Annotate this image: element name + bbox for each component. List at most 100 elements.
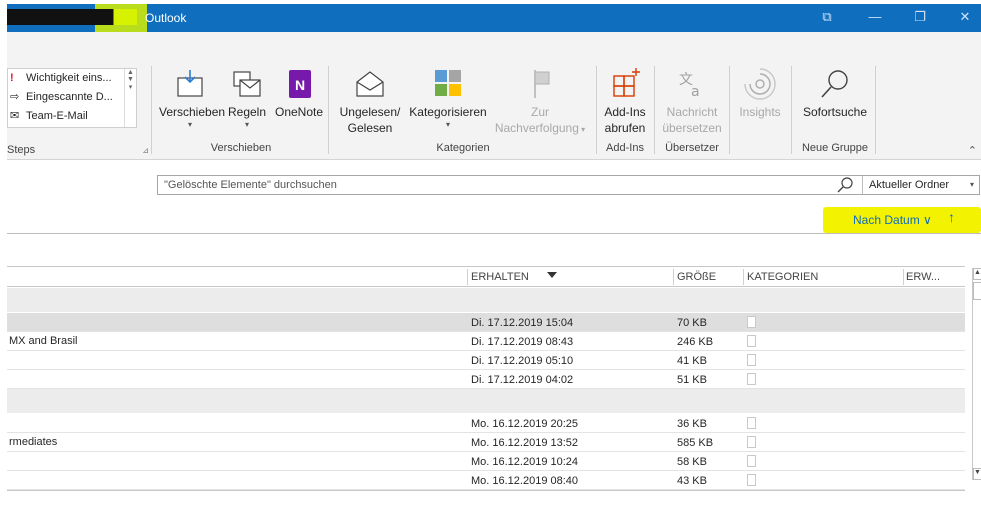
group-label-new: Neue Gruppe — [801, 142, 869, 154]
row-date: Di. 17.12.2019 05:10 — [471, 355, 574, 367]
addins-store-icon — [613, 68, 640, 97]
rules-button[interactable]: Regeln ▾ — [225, 68, 269, 130]
category-box[interactable] — [747, 474, 756, 486]
table-row[interactable]: Di. 17.12.2019 04:02 51 KB — [7, 370, 965, 389]
category-box[interactable] — [747, 417, 756, 429]
ribbon-display-options-icon[interactable]: ⧉ — [817, 8, 837, 26]
quicksteps-scroll[interactable]: ▲ ▼ ▾ — [124, 69, 136, 127]
sort-direction-icon[interactable]: ↑ — [948, 209, 955, 225]
get-addins-button[interactable]: Add-Ins abrufen — [598, 68, 652, 136]
unread-label-1: Ungelesen/ — [339, 105, 401, 119]
quickstep-scanned[interactable]: ⇨ Eingescannte D... — [8, 88, 136, 107]
insights-group: Insights — [733, 32, 789, 158]
row-date: Mo. 16.12.2019 10:24 — [471, 456, 579, 468]
unread-read-button[interactable]: Ungelesen/ Gelesen — [336, 68, 404, 136]
group-header[interactable] — [7, 389, 965, 413]
move-icon — [177, 70, 203, 97]
flag-icon — [534, 70, 550, 98]
table-row[interactable]: Mo. 16.12.2019 08:40 43 KB — [7, 471, 965, 490]
table-row[interactable]: MX and Brasil Di. 17.12.2019 08:43 246 K… — [7, 332, 965, 351]
close-button[interactable]: ✕ — [955, 8, 975, 26]
row-date: Mo. 16.12.2019 20:25 — [471, 418, 579, 430]
group-label-move: Verschieben — [210, 142, 272, 154]
column-divider — [743, 269, 744, 285]
rules-icon — [233, 71, 261, 97]
sort-bar: Nach Datum ∨ ↑ — [7, 205, 981, 234]
row-size: 51 KB — [677, 374, 707, 386]
addins-label-2: abrufen — [604, 121, 646, 135]
move-button[interactable]: Verschieben ▾ — [159, 68, 225, 130]
insights-label: Insights — [739, 105, 781, 119]
category-box[interactable] — [747, 436, 756, 448]
sort-by-date-dropdown[interactable]: Nach Datum ∨ — [853, 213, 932, 227]
insights-button[interactable]: Insights — [733, 68, 787, 120]
insights-icon — [744, 68, 776, 100]
new-group: Sofortsuche Neue Gruppe — [795, 32, 875, 158]
search-icon[interactable] — [836, 177, 854, 193]
category-box[interactable] — [747, 335, 756, 347]
scroll-up-icon[interactable]: ▲ — [973, 268, 981, 280]
scroll-thumb[interactable] — [973, 282, 981, 300]
row-date: Mo. 16.12.2019 08:40 — [471, 475, 579, 487]
minimize-button[interactable]: — — [865, 8, 885, 26]
instant-search-label: Sofortsuche — [802, 105, 868, 119]
search-box[interactable]: "Gelöschte Elemente" durchsuchen Aktuell… — [157, 175, 980, 195]
search-scope-dropdown[interactable]: Aktueller Ordner ▾ — [862, 176, 979, 194]
search-input[interactable]: "Gelöschte Elemente" durchsuchen — [164, 179, 337, 191]
restore-button[interactable]: ❐ — [910, 8, 930, 26]
app-title: Outlook — [145, 11, 187, 25]
categorize-button[interactable]: Kategorisieren ▾ — [408, 68, 488, 130]
group-header[interactable] — [7, 288, 965, 312]
chevron-down-icon: ▾ — [969, 180, 974, 189]
sort-descending-icon — [547, 272, 557, 278]
message-list-header: ERHALTEN GRÖßE KATEGORIEN ERW... — [7, 267, 965, 287]
svg-text:N: N — [295, 77, 305, 93]
followup-label-2: Nachverfolgung — [494, 121, 579, 135]
translator-group: 文 a Nachricht übersetzen Übersetzer — [658, 32, 726, 158]
unread-label-2: Gelesen — [347, 121, 393, 135]
column-size[interactable]: GRÖßE — [677, 271, 716, 283]
categorize-label: Kategorisieren — [409, 105, 487, 119]
translate-icon: 文 a — [679, 72, 700, 100]
category-box[interactable] — [747, 455, 756, 467]
group-separator — [151, 66, 152, 154]
dialog-launcher-icon[interactable]: ⊿ — [142, 146, 149, 155]
column-categories[interactable]: KATEGORIEN — [747, 271, 818, 283]
svg-text:a: a — [691, 84, 700, 100]
row-size: 246 KB — [677, 336, 714, 348]
quickstep-label: Eingescannte D... — [26, 91, 113, 103]
chevron-down-icon: ▾ — [244, 120, 249, 129]
quickstep-team-email[interactable]: ✉ Team-E-Mail — [8, 107, 136, 126]
follow-up-button[interactable]: Zur Nachverfolgung ▾ — [490, 68, 590, 138]
category-box[interactable] — [747, 373, 756, 385]
category-box[interactable] — [747, 354, 756, 366]
collapse-ribbon-icon[interactable]: ⌃ — [968, 144, 977, 157]
column-divider — [467, 269, 468, 285]
table-row[interactable]: Mo. 16.12.2019 20:25 36 KB — [7, 414, 965, 433]
move-to-folder-icon: ⇨ — [10, 91, 20, 103]
rules-label: Regeln — [227, 105, 267, 119]
chevron-down-icon: ▾ — [187, 120, 192, 129]
move-group: Verschieben ▾ Regeln ▾ N OneNote Verschi… — [155, 32, 327, 158]
quickstep-importance[interactable]: ! Wichtigkeit eins... — [8, 69, 136, 88]
message-list-scrollbar[interactable]: ▲ ▼ — [972, 268, 981, 480]
quickstep-label: Wichtigkeit eins... — [26, 72, 112, 84]
column-more[interactable]: ERW... — [906, 271, 940, 283]
exclamation-icon: ! — [10, 72, 14, 84]
onenote-button[interactable]: N OneNote — [273, 68, 325, 120]
window-title: Outlook — [7, 4, 187, 34]
message-list: ERHALTEN GRÖßE KATEGORIEN ERW... Di. 17.… — [7, 266, 965, 490]
table-row[interactable]: rmediates Mo. 16.12.2019 13:52 585 KB — [7, 433, 965, 452]
category-box[interactable] — [747, 316, 756, 328]
quicksteps-gallery: ! Wichtigkeit eins... ⇨ Eingescannte D..… — [7, 68, 137, 128]
instant-search-button[interactable]: Sofortsuche — [795, 68, 875, 120]
table-row[interactable]: Di. 17.12.2019 05:10 41 KB — [7, 351, 965, 370]
row-size: 36 KB — [677, 418, 707, 430]
scroll-down-icon[interactable]: ▼ — [973, 468, 981, 480]
table-row[interactable]: Di. 17.12.2019 15:04 70 KB — [7, 313, 965, 332]
table-row[interactable]: Mo. 16.12.2019 10:24 58 KB — [7, 452, 965, 471]
translate-message-button[interactable]: 文 a Nachricht übersetzen — [658, 68, 726, 136]
quicksteps-group: ! Wichtigkeit eins... ⇨ Eingescannte D..… — [7, 32, 149, 158]
column-received[interactable]: ERHALTEN — [471, 271, 529, 283]
row-size: 43 KB — [677, 475, 707, 487]
